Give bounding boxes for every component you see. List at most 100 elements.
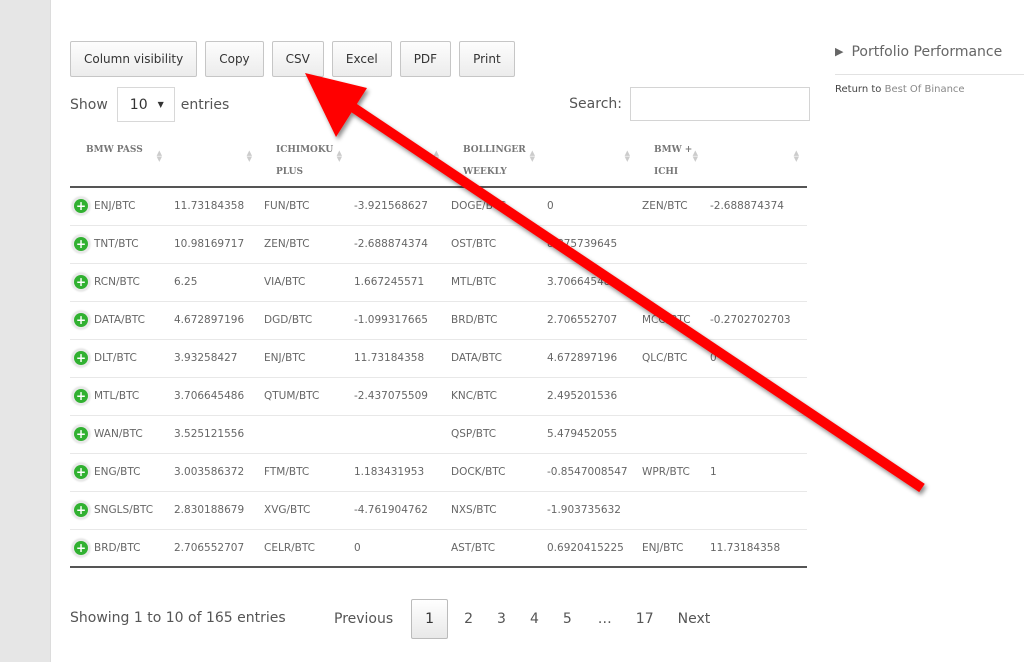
expand-row-icon[interactable]: +	[74, 351, 88, 365]
entries-select[interactable]: 10 ▼	[116, 87, 175, 122]
column-header-label: ICHIMOKU	[276, 145, 334, 155]
cell-value: WAN/BTC	[94, 428, 143, 440]
expand-row-icon[interactable]: +	[74, 237, 88, 251]
previous-page-button[interactable]: Previous	[322, 599, 405, 639]
cell-value: 1.183431953	[354, 466, 425, 478]
cell-value: 4.672897196	[547, 352, 618, 364]
table-cell: FUN/BTC	[260, 187, 350, 226]
column-header-1[interactable]: BMW PASS ▲ ▼	[70, 133, 170, 188]
column-header-2[interactable]: ▲ ▼	[170, 133, 260, 188]
table-cell: 3.93258427	[170, 339, 260, 378]
table-cell: 3.706645486	[543, 263, 638, 302]
cell-value: 2.706552707	[547, 314, 618, 326]
column-header-3[interactable]: ICHIMOKU PLUS ▲ ▼	[260, 133, 350, 188]
table-cell: XVG/BTC	[260, 491, 350, 530]
table-cell: 2.830188679	[170, 491, 260, 530]
table-cell: + DLT/BTC	[70, 339, 170, 378]
sort-icon: ▲ ▼	[246, 148, 252, 163]
column-visibility-button[interactable]: Column visibility	[70, 41, 198, 77]
column-header-label: BMW PASS	[86, 145, 143, 155]
cell-value: 11.73184358	[174, 200, 245, 213]
pdf-button[interactable]: PDF	[399, 41, 452, 77]
table-cell: DGD/BTC	[260, 301, 350, 340]
expand-row-icon[interactable]: +	[74, 199, 88, 214]
table-cell: 3.525121556	[170, 415, 260, 454]
cell-value: 3.003586372	[174, 466, 245, 478]
page-4-button[interactable]: 4	[518, 599, 551, 639]
cell-value: RCN/BTC	[94, 276, 140, 288]
table-cell: -1.099317665	[350, 301, 447, 340]
table-cell: 0.6920415225	[543, 529, 638, 568]
table-cell: -1.903735632	[543, 491, 638, 530]
cell-value: 1	[710, 466, 717, 478]
expand-row-icon[interactable]: +	[74, 313, 88, 327]
search-input[interactable]	[630, 87, 810, 121]
sort-icon: ▲ ▼	[624, 148, 630, 163]
table-cell: BRD/BTC	[447, 301, 543, 340]
cell-value: 3.706645486	[174, 390, 245, 402]
page-1-button[interactable]: 1	[411, 599, 449, 639]
expand-row-icon[interactable]: +	[74, 540, 88, 555]
table-cell: 6.25	[170, 263, 260, 302]
column-header-6[interactable]: ▲ ▼	[543, 133, 638, 188]
column-header-4[interactable]: ▲ ▼	[350, 133, 447, 188]
column-header-8[interactable]: ▲ ▼	[706, 133, 807, 188]
next-page-button[interactable]: Next	[666, 599, 723, 639]
sidebar: ▶ Portfolio Performance Return to Best O…	[835, 40, 1024, 95]
table-cell: AST/BTC	[447, 529, 543, 568]
cell-value: -2.437075509	[354, 390, 428, 402]
table-cell: 2.706552707	[170, 529, 260, 568]
cell-value: -3.921568627	[354, 200, 428, 213]
page-3-button[interactable]: 3	[485, 599, 518, 639]
table-cell: -0.2702702703	[706, 301, 807, 340]
table-row: + DATA/BTC 4.672897196 DGD/BTC -1.099317665 B…	[70, 301, 807, 340]
copy-button[interactable]: Copy	[205, 41, 264, 77]
page-2-button[interactable]: 2	[452, 599, 485, 639]
cell-value: QTUM/BTC	[264, 390, 320, 402]
table-cell	[350, 415, 447, 454]
data-table: BMW PASS ▲ ▼ ▲ ▼ ICHIMOKU PLUS ▲ ▼ ▲ ▼ BOLLINGER WEE…	[70, 133, 807, 568]
cell-value: 11.73184358	[710, 541, 781, 554]
cell-value: AST/BTC	[451, 541, 496, 554]
cell-value: -1.099317665	[354, 314, 428, 326]
expand-row-icon[interactable]: +	[74, 427, 88, 441]
cell-value: 2.706552707	[174, 541, 245, 554]
cell-value: 3.525121556	[174, 428, 245, 440]
table-cell	[260, 415, 350, 454]
cell-value: 3.706645486	[547, 276, 618, 288]
table-cell: FTM/BTC	[260, 453, 350, 492]
portfolio-performance-toggle[interactable]: ▶ Portfolio Performance	[835, 40, 1024, 66]
table-row: + SNGLS/BTC 2.830188679 XVG/BTC -4.761904762…	[70, 491, 807, 530]
table-cell: 0	[350, 529, 447, 568]
expand-row-icon[interactable]: +	[74, 465, 88, 479]
expand-row-icon[interactable]: +	[74, 503, 88, 517]
cell-value: -1.903735632	[547, 504, 621, 516]
table-cell	[638, 415, 706, 454]
expand-row-icon[interactable]: +	[74, 275, 88, 289]
table-cell: ENJ/BTC	[260, 339, 350, 378]
show-label: Show	[70, 96, 108, 113]
expand-row-icon[interactable]: +	[74, 389, 88, 403]
search-label: Search:	[569, 96, 622, 112]
cell-value: MCO/BTC	[642, 314, 691, 326]
table-cell: OST/BTC	[447, 225, 543, 264]
cell-value: DOGE/BTC	[451, 200, 506, 213]
page-17-button[interactable]: 17	[624, 599, 666, 639]
cell-value: 0	[710, 352, 717, 364]
best-of-binance-link[interactable]: Best Of Binance	[885, 84, 965, 95]
cell-value: DOCK/BTC	[451, 466, 506, 478]
cell-value: FUN/BTC	[264, 200, 310, 213]
cell-value: 6.25	[174, 276, 198, 288]
csv-button[interactable]: CSV	[271, 41, 324, 77]
column-header-5[interactable]: BOLLINGER WEEKLY ▲ ▼	[447, 133, 543, 188]
search-area: Search:	[569, 87, 810, 121]
cell-value: WPR/BTC	[642, 466, 690, 478]
excel-button[interactable]: Excel	[331, 41, 392, 77]
cell-value: 11.73184358	[354, 352, 425, 364]
table-cell: WPR/BTC	[638, 453, 706, 492]
table-cell: KNC/BTC	[447, 377, 543, 416]
cell-value: OST/BTC	[451, 238, 497, 250]
page-5-button[interactable]: 5	[551, 599, 584, 639]
print-button[interactable]: Print	[459, 41, 515, 77]
column-header-7[interactable]: BMW + ICHI ▲ ▼	[638, 133, 706, 188]
